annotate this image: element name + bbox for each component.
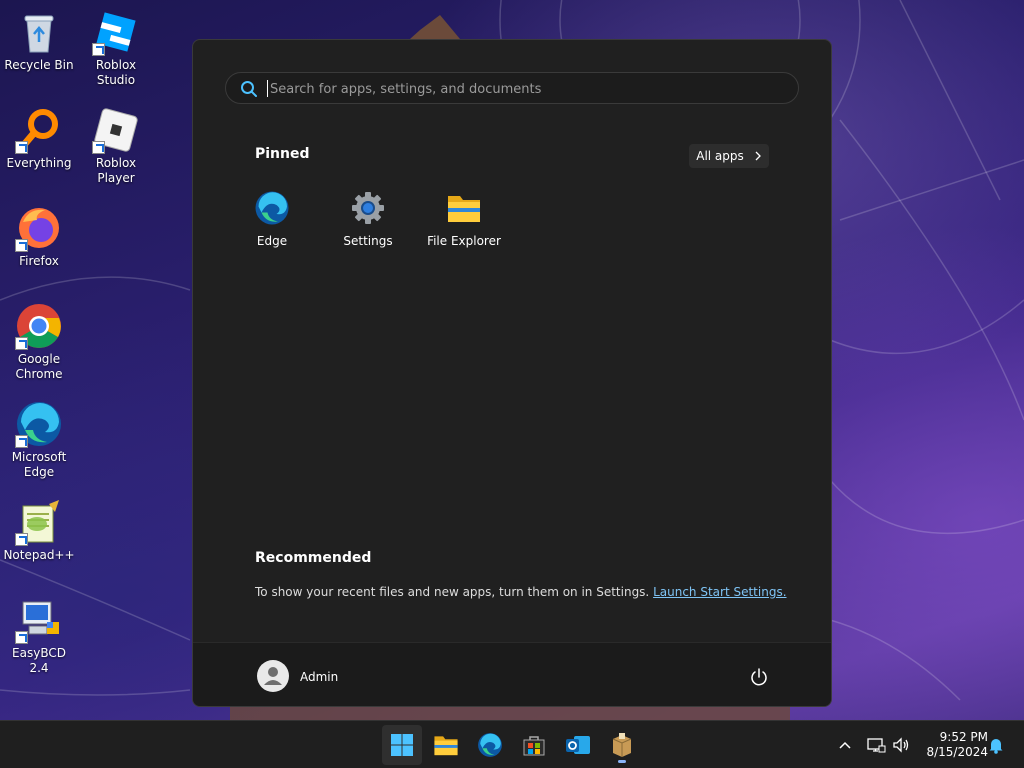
shortcut-arrow-icon: [15, 337, 28, 350]
shortcut-arrow-icon: [92, 141, 105, 154]
desktop-icon-microsoft-edge[interactable]: Microsoft Edge: [1, 400, 77, 480]
desktop-icon-google-chrome[interactable]: Google Chrome: [1, 302, 77, 382]
desktop-icon-roblox-player[interactable]: Roblox Player: [78, 106, 154, 186]
pinned-app-file-explorer[interactable]: File Explorer: [416, 190, 512, 248]
all-apps-button[interactable]: All apps: [689, 144, 769, 168]
store-icon: [523, 736, 545, 756]
roblox-player-icon: [92, 106, 140, 154]
taskbar-edge[interactable]: [470, 725, 510, 765]
pinned-app-edge[interactable]: Edge: [224, 190, 320, 248]
pinned-title: Pinned: [255, 146, 310, 162]
taskbar-outlook[interactable]: [558, 725, 598, 765]
shortcut-arrow-icon: [15, 141, 28, 154]
start-icon: [391, 734, 413, 756]
all-apps-label: All apps: [696, 149, 744, 163]
shortcut-arrow-icon: [15, 631, 28, 644]
clock-date: 8/15/2024: [926, 745, 988, 759]
everything-search-icon: [15, 106, 63, 154]
volume-icon[interactable]: [891, 735, 911, 755]
launch-start-settings-link[interactable]: Launch Start Settings.: [653, 585, 786, 599]
taskbar-clock[interactable]: 9:52 PM 8/15/2024: [918, 730, 988, 760]
recommended-title: Recommended: [255, 550, 372, 566]
start-button[interactable]: [382, 725, 422, 765]
user-name[interactable]: Admin: [300, 670, 338, 684]
desktop-icon-recycle-bin[interactable]: Recycle Bin: [1, 8, 77, 73]
start-menu-footer: Admin: [193, 642, 831, 706]
chevron-right-icon: [755, 151, 761, 161]
outlook-icon: [566, 736, 590, 754]
desktop-icon-notepadpp[interactable]: Notepad++: [1, 498, 77, 563]
search-box[interactable]: [225, 72, 799, 104]
chevron-up-icon[interactable]: [835, 735, 855, 755]
recommended-text: To show your recent files and new apps, …: [255, 585, 787, 599]
shortcut-arrow-icon: [15, 239, 28, 252]
chrome-icon: [15, 302, 63, 350]
start-menu: Pinned All apps Edge: [192, 39, 832, 707]
shortcut-arrow-icon: [92, 43, 105, 56]
power-icon[interactable]: [749, 667, 769, 687]
shortcut-arrow-icon: [15, 435, 28, 448]
easybcd-icon: [15, 596, 63, 644]
edge-icon: [254, 190, 290, 226]
taskbar-package-app[interactable]: [602, 725, 642, 765]
settings-gear-icon: [350, 190, 386, 226]
shortcut-arrow-icon: [15, 533, 28, 546]
desktop-icon-everything[interactable]: Everything: [1, 106, 77, 171]
notepadpp-icon: [15, 498, 63, 546]
file-explorer-icon: [434, 736, 458, 756]
taskbar-file-explorer[interactable]: [426, 725, 466, 765]
taskbar-store[interactable]: [514, 725, 554, 765]
desktop-icon-roblox-studio[interactable]: Roblox Studio: [78, 8, 154, 88]
folder-icon: [446, 190, 482, 226]
pinned-app-settings[interactable]: Settings: [320, 190, 416, 248]
notification-bell-icon[interactable]: [986, 735, 1006, 755]
firefox-icon: [15, 204, 63, 252]
search-input[interactable]: [268, 79, 772, 99]
desktop-icon-firefox[interactable]: Firefox: [1, 204, 77, 269]
taskbar: 9:52 PM 8/15/2024: [0, 720, 1024, 768]
recycle-bin-icon: [15, 8, 63, 56]
clock-time: 9:52 PM: [939, 730, 988, 744]
edge-icon: [15, 400, 63, 448]
network-icon[interactable]: [866, 735, 886, 755]
search-icon: [241, 81, 257, 97]
roblox-studio-icon: [92, 8, 140, 56]
desktop-icon-easybcd[interactable]: EasyBCD 2.4: [1, 596, 77, 676]
package-icon: [612, 733, 632, 757]
avatar[interactable]: [257, 660, 289, 692]
edge-icon: [478, 733, 502, 757]
user-icon: [264, 667, 282, 685]
running-indicator: [618, 760, 626, 763]
